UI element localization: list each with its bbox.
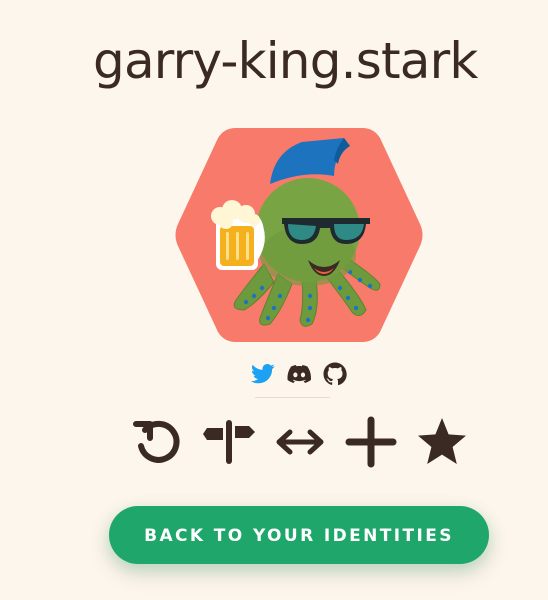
social-links <box>250 360 350 388</box>
divider <box>255 397 330 398</box>
signpost-icon[interactable] <box>201 414 257 470</box>
beer-mug-icon <box>211 200 265 270</box>
swap-arrows-icon[interactable] <box>272 414 328 470</box>
octopus-avatar-icon <box>175 128 423 342</box>
identity-name: garry-king.stark <box>93 32 478 90</box>
star-icon[interactable] <box>414 414 470 470</box>
plus-icon[interactable] <box>343 414 399 470</box>
refresh-icon[interactable] <box>130 414 186 470</box>
back-to-identities-button[interactable]: BACK TO YOUR IDENTITIES <box>109 506 489 564</box>
twitter-icon[interactable] <box>250 361 276 387</box>
github-icon[interactable] <box>322 361 348 387</box>
discord-icon[interactable] <box>286 361 312 387</box>
identity-page: garry-king.stark BACK TO YOUR IDENTITIES <box>0 0 548 600</box>
identity-actions <box>130 414 470 470</box>
avatar <box>174 124 424 346</box>
